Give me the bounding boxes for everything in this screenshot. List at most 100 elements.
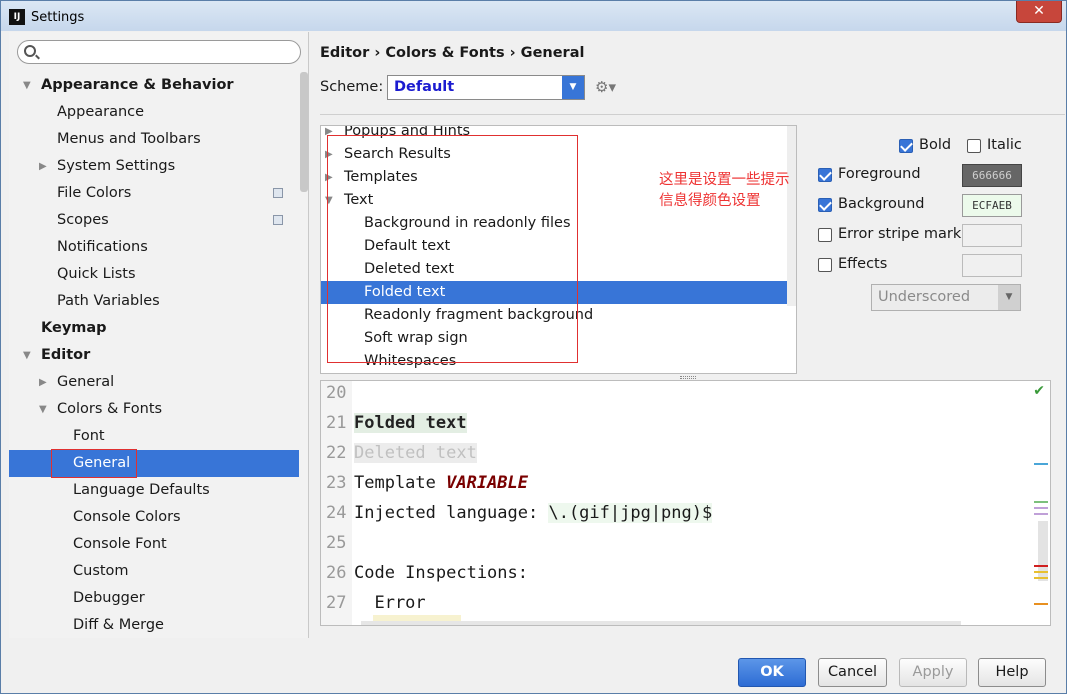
code-line: 21 Folded text bbox=[321, 408, 1041, 438]
editor-horizontal-scrollbar[interactable] bbox=[361, 621, 961, 625]
code-token: Folded text bbox=[354, 413, 467, 433]
apply-button[interactable]: Apply bbox=[899, 658, 967, 687]
expand-arrow-icon[interactable]: ▼ bbox=[23, 342, 31, 369]
sidebar-item[interactable]: ▼ Appearance & Behavior bbox=[9, 72, 299, 99]
injected-language-token: \.(gif|jpg|png)$ bbox=[548, 503, 713, 523]
sidebar-item[interactable]: General bbox=[9, 449, 299, 478]
effects-checkbox[interactable] bbox=[818, 258, 832, 272]
expand-arrow-icon[interactable]: ▼ bbox=[39, 396, 47, 423]
chevron-down-icon[interactable]: ▼ bbox=[562, 76, 584, 99]
annotation-note: 这里是设置一些提示 信息得颜色设置 bbox=[659, 172, 790, 209]
line-number: 25 bbox=[326, 533, 347, 553]
sidebar-item[interactable]: ▼ Editor bbox=[9, 342, 299, 369]
sidebar-item-label: Debugger bbox=[73, 590, 145, 606]
scheme-select[interactable]: Default ▼ bbox=[387, 75, 585, 100]
sidebar-item-label: Custom bbox=[73, 563, 129, 579]
template-variable-token: VARIABLE bbox=[446, 473, 529, 493]
settings-window: IJ Settings ✕ ▼ Appearance & Behavior Appe… bbox=[0, 0, 1067, 694]
ok-button[interactable]: OK bbox=[738, 658, 806, 687]
sidebar-item[interactable]: Debugger bbox=[9, 585, 299, 612]
background-color-swatch[interactable]: ECFAEB bbox=[962, 194, 1022, 217]
sidebar-item[interactable]: Menus and Toolbars bbox=[9, 126, 299, 153]
sidebar-item[interactable]: ▶ System Settings bbox=[9, 153, 299, 180]
sidebar-item-label: Console Font bbox=[73, 536, 167, 552]
code-token: Template bbox=[354, 473, 447, 493]
scheme-label: Scheme: bbox=[320, 79, 384, 95]
sidebar-item[interactable]: Path Variables bbox=[9, 288, 299, 315]
sidebar-item-label: System Settings bbox=[57, 158, 176, 174]
sidebar-item-label: Editor bbox=[41, 347, 91, 363]
sidebar-item[interactable]: File Colors bbox=[9, 180, 299, 207]
line-number: 23 bbox=[326, 473, 347, 493]
splitter-handle[interactable] bbox=[680, 376, 696, 379]
sidebar-item[interactable]: Custom bbox=[9, 558, 299, 585]
sidebar-scrollbar[interactable] bbox=[300, 72, 308, 192]
sidebar-item[interactable]: Appearance bbox=[9, 99, 299, 126]
close-button[interactable]: ✕ bbox=[1016, 1, 1062, 23]
code-token: Injected language: bbox=[354, 503, 549, 523]
sidebar-item[interactable]: Language Defaults bbox=[9, 477, 299, 504]
sidebar-item[interactable]: Diff & Merge bbox=[9, 612, 299, 638]
sidebar-item-label: Language Defaults bbox=[73, 482, 210, 498]
code-line: 25 bbox=[321, 528, 1041, 558]
chevron-down-icon[interactable]: ▼ bbox=[998, 285, 1020, 310]
effect-type-select[interactable]: Underscored ▼ bbox=[871, 284, 1021, 311]
foreground-color-swatch[interactable]: 666666 bbox=[962, 164, 1022, 187]
effects-label: Effects bbox=[838, 256, 888, 272]
highlight-annotation-box bbox=[51, 449, 137, 478]
line-number: 22 bbox=[326, 443, 347, 463]
sidebar-item-label: Appearance bbox=[57, 104, 145, 120]
code-text: Error bbox=[354, 588, 425, 618]
sidebar-item[interactable]: Font bbox=[9, 423, 299, 450]
settings-content: Editor › Colors & Fonts › General Scheme… bbox=[310, 32, 1066, 638]
sidebar-item-label: Appearance & Behavior bbox=[41, 77, 234, 93]
tree-scrollbar[interactable] bbox=[787, 126, 796, 306]
sidebar-item[interactable]: Quick Lists bbox=[9, 261, 299, 288]
title-bar[interactable]: IJ Settings ✕ bbox=[1, 1, 1066, 31]
sidebar-item-label: Notifications bbox=[57, 239, 148, 255]
line-number: 21 bbox=[326, 413, 347, 433]
sidebar-item[interactable]: Console Font bbox=[9, 531, 299, 558]
collapse-arrow-icon[interactable]: ▶ bbox=[39, 369, 47, 396]
search-input[interactable] bbox=[17, 40, 301, 64]
cancel-button[interactable]: Cancel bbox=[818, 658, 887, 687]
code-line: 26 Code Inspections: bbox=[321, 558, 1041, 588]
code-text: Code Inspections: bbox=[354, 558, 528, 588]
effects-color-swatch[interactable] bbox=[962, 254, 1022, 277]
sidebar-item[interactable]: Keymap bbox=[9, 315, 299, 342]
line-number: 27 bbox=[326, 593, 347, 613]
expand-arrow-icon[interactable]: ▼ bbox=[23, 72, 31, 99]
sidebar-item-label: Diff & Merge bbox=[73, 617, 164, 633]
line-number: 20 bbox=[326, 383, 347, 403]
intellij-app-icon: IJ bbox=[9, 9, 25, 25]
settings-tree: ▼ Appearance & Behavior Appearance Menus an… bbox=[9, 72, 299, 638]
foreground-label: Foreground bbox=[838, 166, 921, 182]
error-stripe-color-swatch[interactable] bbox=[962, 224, 1022, 247]
sidebar-item[interactable]: Scopes bbox=[9, 207, 299, 234]
preview-editor[interactable]: ✔ 20 21 Folded text 22 Deleted text 23 Templat… bbox=[320, 380, 1051, 626]
collapse-arrow-icon[interactable]: ▶ bbox=[39, 153, 47, 180]
italic-checkbox[interactable] bbox=[967, 139, 981, 153]
sidebar-item[interactable]: ▼ Colors & Fonts bbox=[9, 396, 299, 423]
bold-label: Bold bbox=[919, 137, 952, 153]
sidebar-item[interactable]: Notifications bbox=[9, 234, 299, 261]
sidebar-item[interactable]: ▶ General bbox=[9, 369, 299, 396]
sidebar-item-label: File Colors bbox=[57, 185, 132, 201]
code-text: Template VARIABLE bbox=[354, 468, 528, 498]
error-stripe-checkbox[interactable] bbox=[818, 228, 832, 242]
window-title: Settings bbox=[31, 10, 85, 25]
background-checkbox[interactable] bbox=[818, 198, 832, 212]
sidebar-item[interactable]: Console Colors bbox=[9, 504, 299, 531]
sidebar-item-label: Keymap bbox=[41, 320, 107, 336]
foreground-checkbox[interactable] bbox=[818, 168, 832, 182]
sidebar-item-label: Font bbox=[73, 428, 105, 444]
bold-checkbox[interactable] bbox=[899, 139, 913, 153]
effect-type-value: Underscored bbox=[878, 289, 971, 305]
sidebar-item-label: Quick Lists bbox=[57, 266, 136, 282]
search-icon bbox=[24, 45, 36, 57]
help-button[interactable]: Help bbox=[978, 658, 1046, 687]
code-text: Deleted text bbox=[354, 438, 477, 468]
italic-label: Italic bbox=[987, 137, 1022, 153]
gear-icon[interactable]: ⚙▾ bbox=[595, 78, 616, 96]
settings-sidebar: ▼ Appearance & Behavior Appearance Menus an… bbox=[9, 32, 309, 638]
